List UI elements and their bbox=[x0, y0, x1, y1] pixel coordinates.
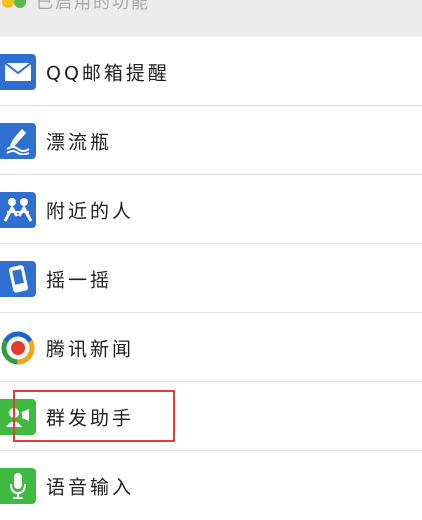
people-nearby-icon bbox=[0, 191, 36, 228]
feature-row-tencent-news[interactable]: 腾讯新闻 bbox=[0, 313, 422, 382]
shake-icon bbox=[0, 260, 36, 297]
drift-bottle-icon bbox=[0, 122, 36, 159]
feature-label: 附近的人 bbox=[46, 200, 135, 222]
section-header-label: 已启用的功能 bbox=[36, 0, 150, 13]
feature-label: 摇一摇 bbox=[46, 269, 113, 291]
feature-row-qq-mail[interactable]: QQ邮箱提醒 bbox=[0, 37, 422, 106]
feature-row-people-nearby[interactable]: 附近的人 bbox=[0, 175, 422, 244]
feature-label: QQ邮箱提醒 bbox=[46, 62, 170, 84]
feature-row-broadcast-assistant[interactable]: 群发助手 bbox=[0, 382, 422, 451]
microphone-icon bbox=[0, 467, 36, 504]
feature-label: 语音输入 bbox=[46, 476, 135, 498]
feature-list: QQ邮箱提醒 漂流瓶 附近的人 摇一摇 腾讯新闻 群发助手 语音输入 bbox=[0, 37, 422, 520]
feature-label: 群发助手 bbox=[46, 407, 135, 429]
feature-label: 腾讯新闻 bbox=[46, 338, 135, 360]
feature-label: 漂流瓶 bbox=[46, 131, 113, 153]
feature-row-voice-input[interactable]: 语音输入 bbox=[0, 451, 422, 520]
broadcast-assistant-icon bbox=[0, 398, 36, 435]
plugin-dots-icon bbox=[2, 0, 32, 10]
section-header: 已启用的功能 bbox=[0, 0, 422, 37]
feature-row-shake[interactable]: 摇一摇 bbox=[0, 244, 422, 313]
tencent-news-icon bbox=[0, 330, 36, 366]
mail-icon bbox=[0, 53, 36, 90]
feature-row-drift-bottle[interactable]: 漂流瓶 bbox=[0, 106, 422, 175]
